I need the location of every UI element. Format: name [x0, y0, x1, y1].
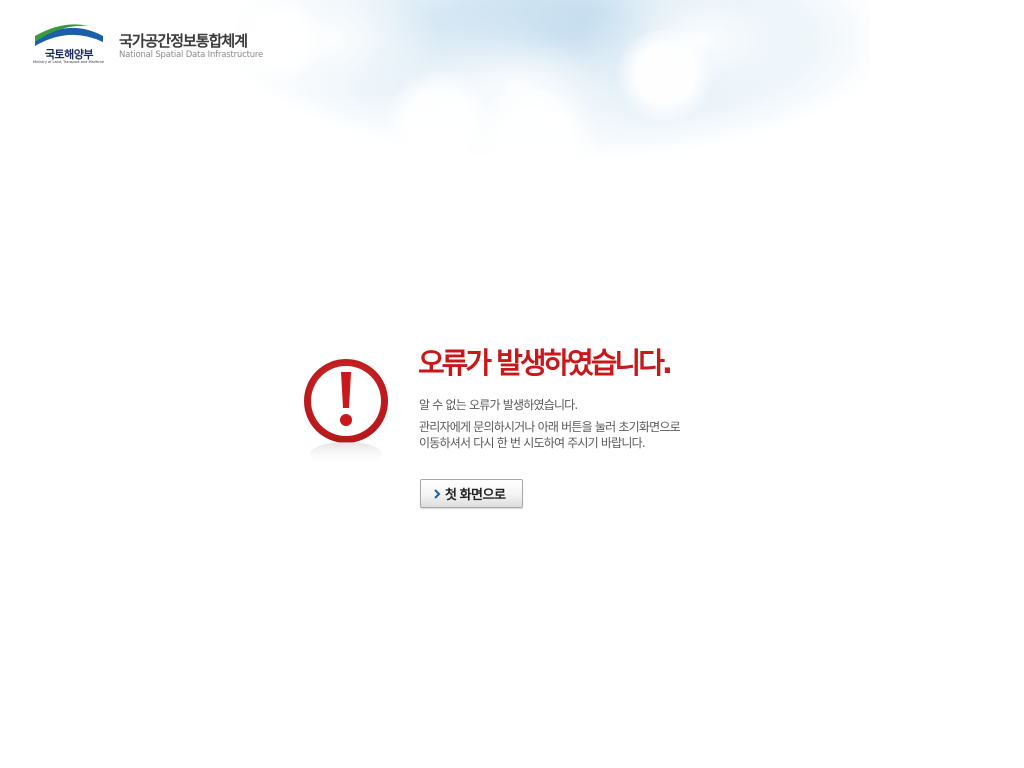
error-message-line-1: 알 수 없는 오류가 발생하였습니다. — [419, 398, 578, 412]
error-page: 국토해양부 Ministry of Land, Transport and Ma… — [0, 0, 1024, 768]
sky-background — [230, 0, 870, 200]
header-logo[interactable]: 국토해양부 Ministry of Land, Transport and Ma… — [33, 22, 263, 68]
home-button[interactable]: 첫 화면으로 — [420, 479, 523, 508]
error-title: 오류가 발생하였습니다. — [418, 346, 673, 380]
error-message-line-3: 이동하셔서 다시 한 번 시도하여 주시기 바랍니다. — [419, 436, 646, 450]
home-button-label: 첫 화면으로 — [445, 487, 506, 502]
chevron-right-icon — [434, 488, 441, 499]
error-message-line-2: 관리자에게 문의하시거나 아래 버튼을 눌러 초기화면으로 — [419, 420, 681, 434]
exclamation-circle-icon — [304, 359, 388, 466]
ministry-english-name: Ministry of Land, Transport and Maritime… — [33, 60, 105, 64]
system-subtitle: National Spatial Data Infrastructure — [119, 50, 264, 60]
system-title: 국가공간정보통합체계 — [119, 32, 248, 50]
